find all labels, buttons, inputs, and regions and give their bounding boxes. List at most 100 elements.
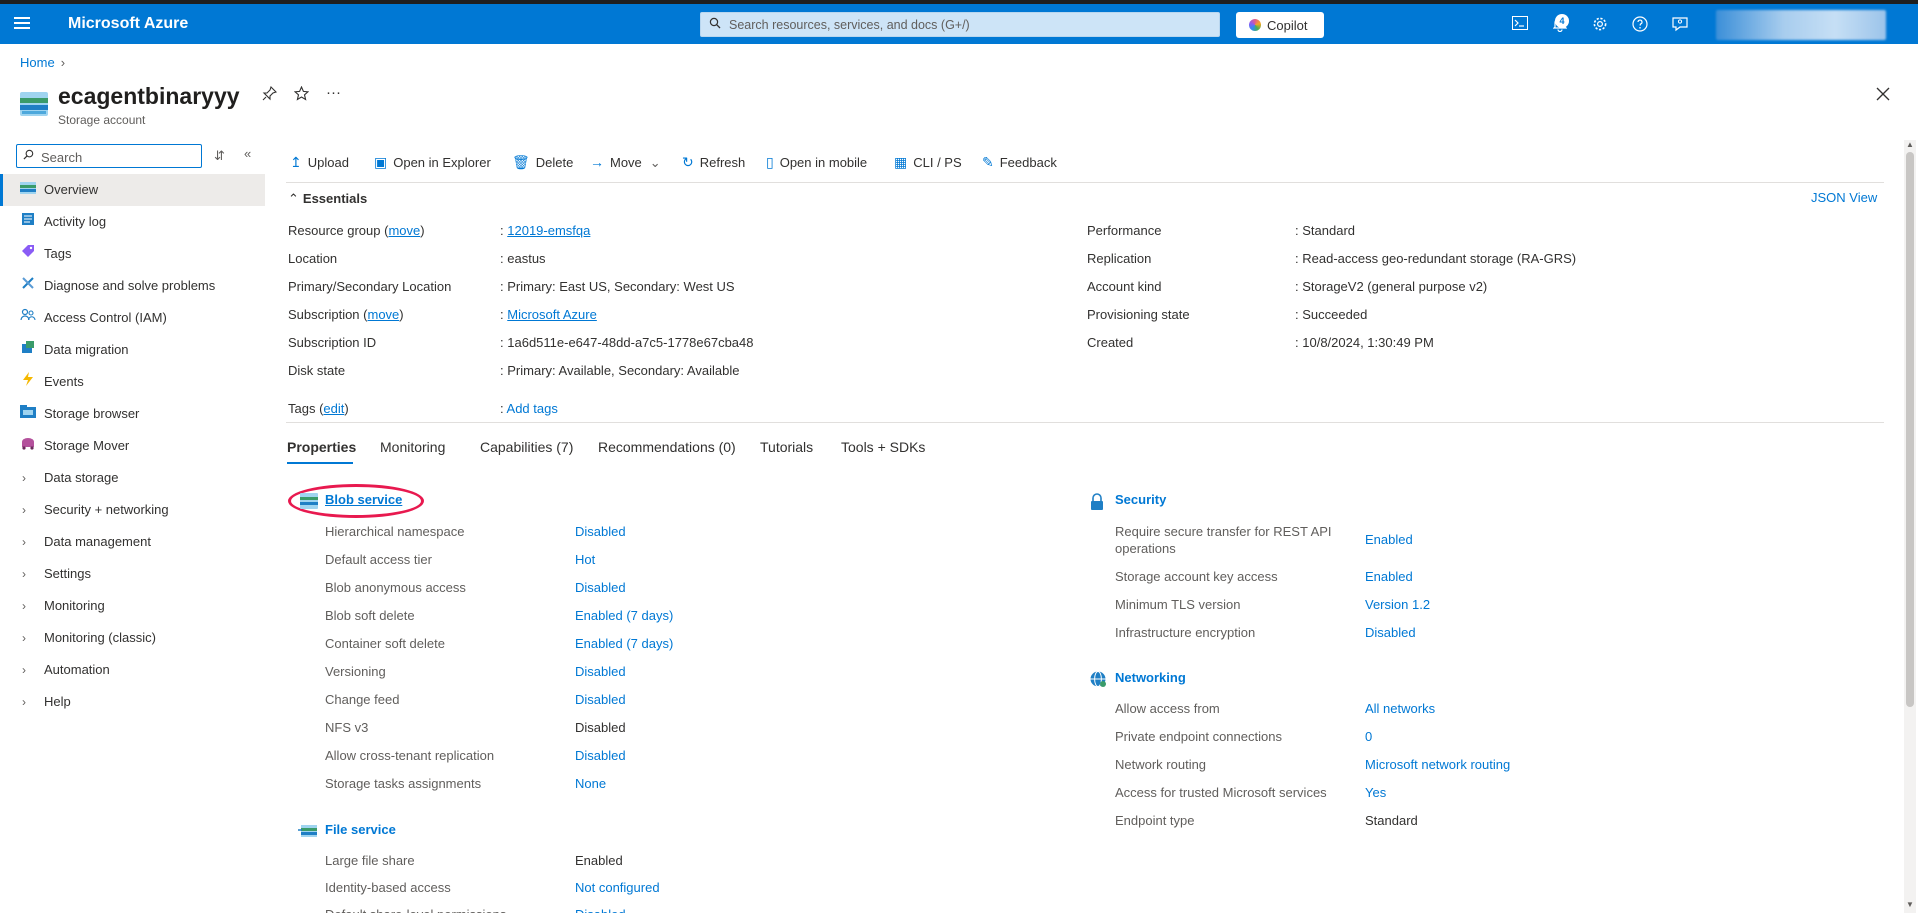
breadcrumb-home-link[interactable]: Home bbox=[20, 55, 55, 70]
sidebar-group-monitoring[interactable]: › Monitoring bbox=[0, 590, 265, 622]
security-property-value[interactable]: Enabled bbox=[1365, 532, 1413, 547]
security-section-link[interactable]: Security bbox=[1115, 492, 1166, 507]
sidebar-group-automation[interactable]: › Automation bbox=[0, 654, 265, 686]
delete-button[interactable]: 🗑 Delete bbox=[512, 154, 573, 171]
blob-property-value[interactable]: None bbox=[575, 776, 606, 791]
globe-network-icon bbox=[1089, 670, 1107, 687]
blob-service-link[interactable]: Blob service bbox=[325, 492, 402, 507]
json-view-link[interactable]: JSON View bbox=[1811, 190, 1877, 205]
delete-label: Delete bbox=[535, 155, 574, 170]
scroll-up-icon[interactable]: ▲ bbox=[1906, 140, 1914, 149]
blob-property-value[interactable]: Disabled bbox=[575, 664, 626, 679]
scrollbar-thumb[interactable] bbox=[1906, 152, 1914, 707]
blob-property-value[interactable]: Disabled bbox=[575, 748, 626, 763]
account-avatar[interactable] bbox=[1716, 10, 1886, 40]
sidebar-item-storage-mover[interactable]: Storage Mover bbox=[0, 430, 265, 462]
sidebar-item-label: Access Control (IAM) bbox=[44, 310, 167, 325]
colon: : bbox=[1295, 223, 1299, 238]
sidebar-group-settings[interactable]: › Settings bbox=[0, 558, 265, 590]
tab-tutorials[interactable]: Tutorials bbox=[760, 439, 813, 455]
tab-tools-sdks[interactable]: Tools + SDKs bbox=[841, 439, 925, 455]
feedback-button[interactable]: ✎ Feedback bbox=[982, 154, 1057, 171]
help-question-icon[interactable] bbox=[1630, 16, 1650, 36]
security-property-value[interactable]: Enabled bbox=[1365, 569, 1413, 584]
sidebar-item-events[interactable]: Events bbox=[0, 366, 265, 398]
sidebar-group-data-storage[interactable]: › Data storage bbox=[0, 462, 265, 494]
replication-label: Replication bbox=[1087, 251, 1152, 266]
networking-section-link[interactable]: Networking bbox=[1115, 670, 1186, 685]
portal-brand[interactable]: Microsoft Azure bbox=[68, 15, 188, 33]
settings-gear-icon[interactable] bbox=[1590, 16, 1610, 36]
scroll-down-icon[interactable]: ▼ bbox=[1906, 900, 1914, 909]
sidebar-search-input[interactable]: Search bbox=[16, 144, 202, 168]
sidebar-item-activity-log[interactable]: Activity log bbox=[0, 206, 265, 238]
blob-property-value[interactable]: Hot bbox=[575, 552, 595, 567]
more-options-icon[interactable]: ··· bbox=[326, 84, 341, 101]
upload-button[interactable]: ↥ Upload bbox=[290, 154, 349, 171]
tab-monitoring[interactable]: Monitoring bbox=[380, 439, 445, 455]
file-property-value[interactable]: Not configured bbox=[575, 880, 660, 895]
sidebar-item-tags[interactable]: Tags bbox=[0, 238, 265, 270]
networking-property-value[interactable]: All networks bbox=[1365, 701, 1435, 716]
open-in-mobile-button[interactable]: ▯ Open in mobile bbox=[766, 154, 867, 171]
global-search-input[interactable]: Search resources, services, and docs (G+… bbox=[700, 12, 1220, 37]
subscription-link[interactable]: Microsoft Azure bbox=[507, 307, 597, 322]
tab-capabilities[interactable]: Capabilities (7) bbox=[480, 439, 573, 455]
add-tags-link[interactable]: Add tags bbox=[507, 401, 558, 416]
upload-label: Upload bbox=[307, 155, 349, 170]
sidebar-group-security-networking[interactable]: › Security + networking bbox=[0, 494, 265, 526]
search-icon bbox=[23, 149, 34, 163]
chevron-right-icon: › bbox=[22, 471, 26, 485]
feedback-person-icon[interactable] bbox=[1670, 16, 1690, 36]
collapse-sidebar-icon[interactable]: « bbox=[244, 146, 251, 161]
blob-property-value[interactable]: Disabled bbox=[575, 580, 626, 595]
sidebar-group-monitoring-classic[interactable]: › Monitoring (classic) bbox=[0, 622, 265, 654]
sidebar-item-iam[interactable]: Access Control (IAM) bbox=[0, 302, 265, 334]
file-property-value: Enabled bbox=[575, 853, 623, 868]
sidebar-item-overview[interactable]: Overview bbox=[0, 174, 265, 206]
blob-property-value[interactable]: Enabled (7 days) bbox=[575, 636, 673, 651]
blob-property-value[interactable]: Enabled (7 days) bbox=[575, 608, 673, 623]
open-in-explorer-button[interactable]: ▣ Open in Explorer bbox=[374, 154, 491, 171]
tags-edit-link[interactable]: edit bbox=[323, 401, 344, 416]
resource-group-link[interactable]: 12019-emsfqa bbox=[507, 223, 590, 238]
sidebar-item-data-migration[interactable]: Data migration bbox=[0, 334, 265, 366]
sort-toggle-icon[interactable]: ⇵ bbox=[214, 148, 225, 164]
networking-property-value[interactable]: 0 bbox=[1365, 729, 1372, 744]
pin-icon[interactable] bbox=[262, 85, 278, 105]
resource-group-move-link[interactable]: move bbox=[388, 223, 420, 238]
sidebar-item-diagnose[interactable]: Diagnose and solve problems bbox=[0, 270, 265, 302]
copilot-button[interactable]: Copilot bbox=[1236, 12, 1324, 38]
move-dropdown-button[interactable]: → Move ⌄ bbox=[590, 154, 661, 171]
tab-recommendations[interactable]: Recommendations (0) bbox=[598, 439, 736, 455]
favorite-star-icon[interactable] bbox=[293, 85, 310, 105]
essentials-toggle[interactable]: ⌃ Essentials bbox=[288, 191, 367, 207]
colon: : bbox=[1295, 307, 1299, 322]
tab-properties[interactable]: Properties bbox=[287, 439, 356, 455]
file-property-value[interactable]: Disabled bbox=[575, 907, 626, 913]
sidebar-group-data-management[interactable]: › Data management bbox=[0, 526, 265, 558]
blob-property-value[interactable]: Disabled bbox=[575, 524, 626, 539]
cli-ps-button[interactable]: ▦ CLI / PS bbox=[894, 154, 962, 171]
networking-property-value[interactable]: Yes bbox=[1365, 785, 1386, 800]
refresh-button[interactable]: ↻ Refresh bbox=[682, 154, 745, 171]
colon: : bbox=[1295, 279, 1299, 294]
copilot-label: Copilot bbox=[1267, 18, 1308, 33]
security-property-value[interactable]: Version 1.2 bbox=[1365, 597, 1430, 612]
hamburger-menu-icon[interactable] bbox=[14, 14, 34, 34]
sidebar-item-storage-browser[interactable]: Storage browser bbox=[0, 398, 265, 430]
blob-property-label: Storage tasks assignments bbox=[325, 776, 482, 791]
file-service-link[interactable]: File service bbox=[325, 822, 396, 837]
subscription-move-link[interactable]: move bbox=[367, 307, 399, 322]
resource-group-label: Resource group (move) bbox=[288, 223, 425, 238]
networking-property-value[interactable]: Microsoft network routing bbox=[1365, 757, 1510, 772]
blob-property-label: NFS v3 bbox=[325, 720, 369, 735]
blob-property-value[interactable]: Disabled bbox=[575, 692, 626, 707]
sidebar-group-help[interactable]: › Help bbox=[0, 686, 265, 718]
subscription-id-value: 1a6d511e-e647-48dd-a7c5-1778e67cba48 bbox=[507, 335, 754, 350]
file-service-icon bbox=[298, 822, 317, 838]
security-property-value[interactable]: Disabled bbox=[1365, 625, 1416, 640]
disk-state-value: Primary: Available, Secondary: Available bbox=[507, 363, 740, 378]
close-icon[interactable] bbox=[1876, 84, 1890, 107]
cloud-shell-icon[interactable] bbox=[1510, 16, 1530, 36]
